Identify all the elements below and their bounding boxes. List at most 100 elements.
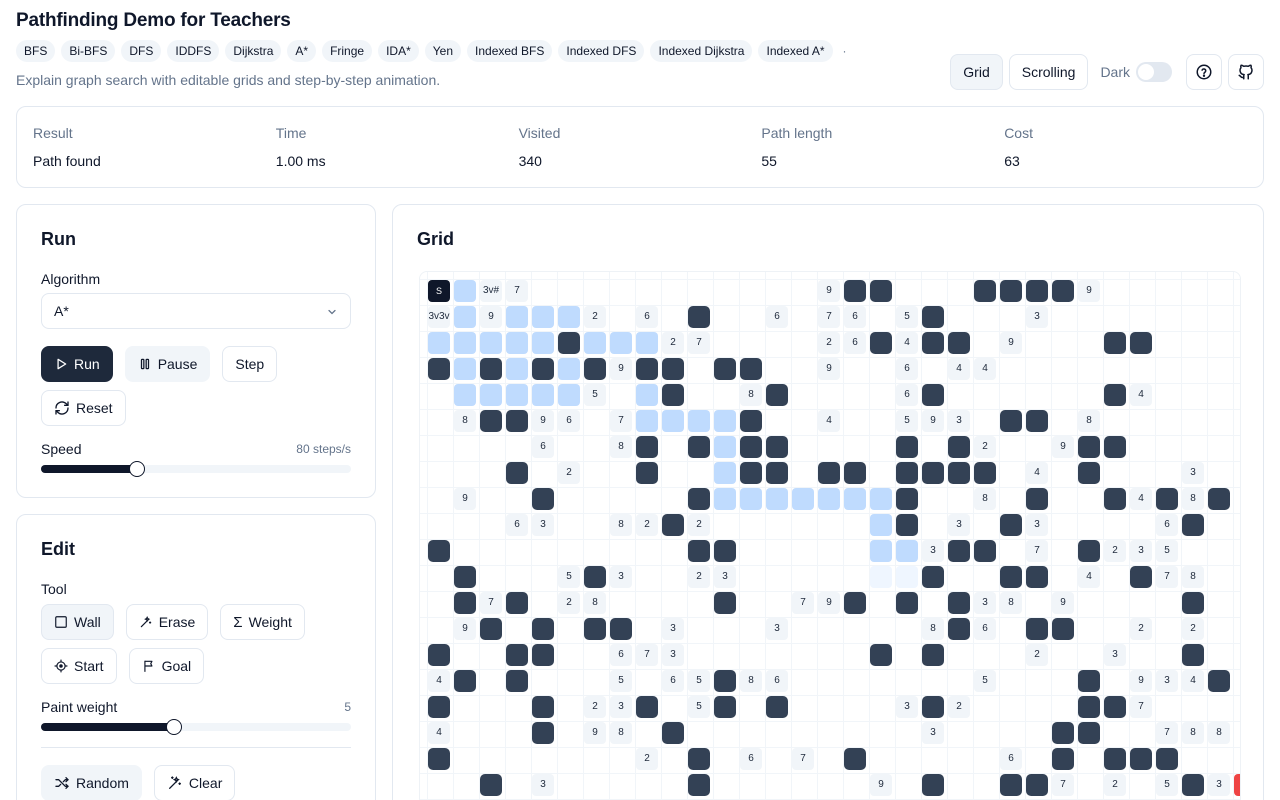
weight-cell[interactable]: 2 — [818, 332, 840, 354]
weight-cell[interactable]: 7 — [688, 332, 710, 354]
weight-cell[interactable]: 3 — [662, 644, 684, 666]
weight-cell[interactable]: 8 — [1182, 566, 1204, 588]
visited-cell[interactable] — [610, 332, 632, 354]
algorithm-tab-indexed-dfs[interactable]: Indexed DFS — [558, 40, 645, 62]
weight-cell[interactable]: 6 — [766, 306, 788, 328]
weight-cell[interactable]: 9 — [480, 306, 502, 328]
paint-weight-slider-thumb[interactable] — [166, 719, 183, 735]
visited-cell[interactable] — [506, 358, 528, 380]
visited-cell[interactable] — [818, 488, 840, 510]
weight-cell[interactable]: 8 — [610, 722, 632, 744]
algorithm-tab-indexed-dijkstra[interactable]: Indexed Dijkstra — [650, 40, 753, 62]
wall-cell[interactable] — [766, 696, 788, 718]
wall-cell[interactable] — [688, 540, 710, 562]
visited-cell[interactable] — [454, 306, 476, 328]
weight-cell[interactable]: 9 — [584, 722, 606, 744]
weight-cell[interactable]: 6 — [636, 306, 658, 328]
wall-cell[interactable] — [454, 670, 476, 692]
clear-button[interactable]: Clear — [153, 765, 236, 800]
wall-cell[interactable] — [1026, 774, 1048, 796]
wall-cell[interactable] — [1052, 722, 1074, 744]
wall-cell[interactable] — [714, 670, 736, 692]
pathfinding-grid[interactable]: S 3v# 7 9 9 3v3v 9 2 6 6 7 6 5 3 2 7 2 6 4 9 9 9 6 4 4 5 8 6 4 8 9 6 7 4 5… — [419, 271, 1241, 800]
weight-cell[interactable]: 9 — [922, 410, 944, 432]
weight-cell[interactable]: 9 — [818, 280, 840, 302]
weight-cell[interactable]: 3 — [1104, 644, 1126, 666]
wall-cell[interactable] — [1104, 332, 1126, 354]
weight-cell[interactable]: 6 — [740, 748, 762, 770]
weight-cell[interactable]: 3 — [948, 514, 970, 536]
weight-cell[interactable]: 3 — [662, 618, 684, 640]
wall-cell[interactable] — [974, 540, 996, 562]
weight-cell[interactable]: 8 — [584, 592, 606, 614]
weight-cell[interactable]: 3 — [610, 566, 632, 588]
wall-cell[interactable] — [870, 280, 892, 302]
wall-cell[interactable] — [428, 644, 450, 666]
weight-cell[interactable]: 9 — [1000, 332, 1022, 354]
wall-cell[interactable] — [1078, 722, 1100, 744]
algorithm-tab-bi-bfs[interactable]: Bi-BFS — [61, 40, 116, 62]
weight-cell[interactable]: 8 — [610, 436, 632, 458]
view-grid-button[interactable]: Grid — [950, 54, 1003, 90]
weight-cell[interactable]: 4 — [818, 410, 840, 432]
weight-cell[interactable]: 8 — [740, 670, 762, 692]
weight-cell[interactable]: 5 — [688, 696, 710, 718]
wall-cell[interactable] — [662, 384, 684, 406]
wall-cell[interactable] — [454, 592, 476, 614]
visited-cell[interactable] — [454, 332, 476, 354]
tool-wall-button[interactable]: Wall — [41, 604, 114, 640]
wall-cell[interactable] — [1156, 748, 1178, 770]
weight-cell[interactable]: 3 — [922, 722, 944, 744]
weight-cell[interactable]: 7 — [610, 410, 632, 432]
wall-cell[interactable] — [1000, 566, 1022, 588]
wall-cell[interactable] — [1078, 540, 1100, 562]
github-button[interactable] — [1228, 54, 1264, 90]
wall-cell[interactable] — [844, 592, 866, 614]
weight-cell[interactable]: 4 — [896, 332, 918, 354]
weight-cell[interactable]: 7 — [1026, 540, 1048, 562]
weight-cell[interactable]: 6 — [532, 436, 554, 458]
wall-cell[interactable] — [1130, 332, 1152, 354]
speed-slider-thumb[interactable] — [129, 461, 146, 477]
visited-cell[interactable] — [662, 410, 684, 432]
wall-cell[interactable] — [766, 384, 788, 406]
wall-cell[interactable] — [662, 514, 684, 536]
wall-cell[interactable] — [740, 462, 762, 484]
wall-cell[interactable] — [1182, 514, 1204, 536]
weight-cell[interactable]: 6 — [558, 410, 580, 432]
frontier-cell[interactable] — [870, 566, 892, 588]
weight-cell[interactable]: 9 — [1052, 436, 1074, 458]
weight-cell[interactable]: 2 — [1130, 618, 1152, 640]
wall-cell[interactable] — [532, 644, 554, 666]
random-button[interactable]: Random — [41, 765, 142, 800]
wall-cell[interactable] — [636, 358, 658, 380]
visited-cell[interactable] — [844, 488, 866, 510]
weight-cell[interactable]: 5 — [896, 306, 918, 328]
wall-cell[interactable] — [506, 644, 528, 666]
wall-cell[interactable] — [948, 618, 970, 640]
weight-cell[interactable]: 4 — [428, 670, 450, 692]
visited-cell[interactable] — [532, 306, 554, 328]
wall-cell[interactable] — [948, 436, 970, 458]
goal-cell[interactable]: G — [1234, 774, 1240, 796]
weight-cell[interactable]: 6 — [844, 306, 866, 328]
weight-cell[interactable]: 7 — [636, 644, 658, 666]
visited-cell[interactable] — [506, 384, 528, 406]
wall-cell[interactable] — [948, 540, 970, 562]
weight-cell[interactable]: 4 — [428, 722, 450, 744]
weight-cell[interactable]: 9 — [818, 592, 840, 614]
wall-cell[interactable] — [506, 592, 528, 614]
visited-cell[interactable] — [870, 540, 892, 562]
algorithm-tab-fringe[interactable]: Fringe — [322, 40, 373, 62]
visited-cell[interactable] — [506, 306, 528, 328]
wall-cell[interactable] — [766, 462, 788, 484]
wall-cell[interactable] — [506, 410, 528, 432]
weight-cell[interactable]: 6 — [1156, 514, 1178, 536]
weight-cell[interactable]: 3 — [1208, 774, 1230, 796]
weight-cell[interactable]: 2 — [636, 514, 658, 536]
weight-cell[interactable]: 2 — [558, 462, 580, 484]
speed-slider[interactable] — [41, 461, 351, 477]
weight-cell[interactable]: 2 — [688, 514, 710, 536]
run-button[interactable]: Run — [41, 346, 113, 382]
wall-cell[interactable] — [1182, 592, 1204, 614]
